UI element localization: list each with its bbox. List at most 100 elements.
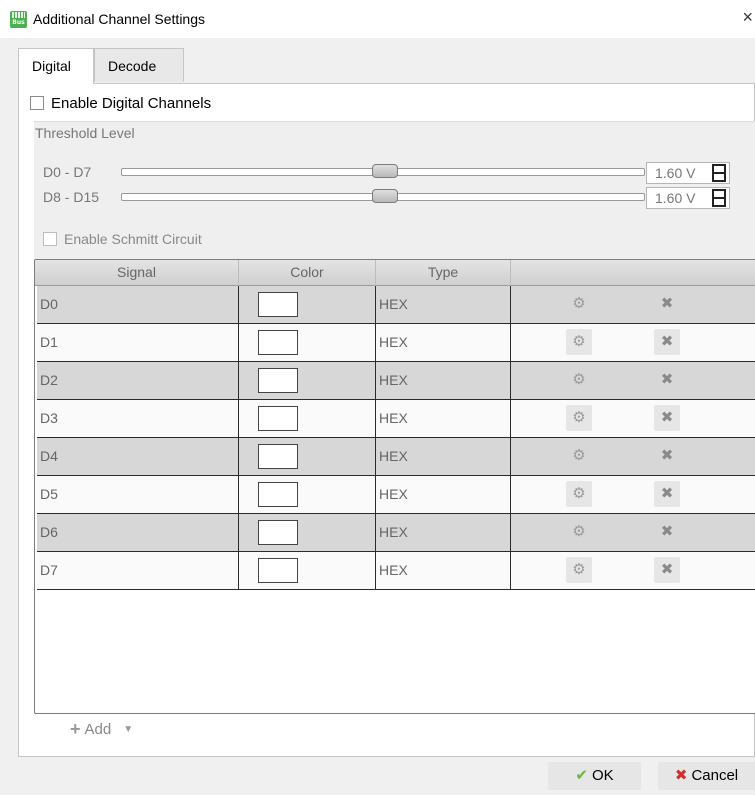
gear-icon[interactable]: ⚙ <box>566 443 592 469</box>
signal-name: D0 <box>40 296 58 312</box>
cancel-icon: ✖ <box>674 767 688 784</box>
channel-table: Signal Color Type D0 HEX ⚙ ✖ D1 HEX ⚙ ✖ D2 HEX ⚙ ✖ D… <box>34 259 755 714</box>
threshold-row-d8-d15: D8 - D15 1.60 V <box>43 187 748 209</box>
threshold-value: 1.60 V <box>655 165 696 181</box>
enable-digital-channels[interactable]: Enable Digital Channels <box>30 93 211 113</box>
close-icon[interactable]: ✖ <box>654 329 680 355</box>
app-icon: Bus <box>10 11 27 28</box>
cancel-button[interactable]: ✖ Cancel <box>658 762 755 790</box>
table-body: D0 HEX ⚙ ✖ D1 HEX ⚙ ✖ D2 HEX ⚙ ✖ D3 HEX ⚙ ✖ D4 HEX ⚙ ✖ D5 HEX… <box>35 286 755 706</box>
signal-cell[interactable]: D2 <box>37 362 239 399</box>
column-header-color[interactable]: Color <box>239 260 376 286</box>
close-icon[interactable]: ✖ <box>654 405 680 431</box>
enable-digital-checkbox[interactable] <box>30 96 44 110</box>
actions-cell: ⚙ ✖ <box>511 362 755 399</box>
enable-digital-label: Enable Digital Channels <box>51 94 212 112</box>
close-icon[interactable]: ✖ <box>654 519 680 545</box>
add-channel-button[interactable]: + Add ▼ <box>70 719 133 740</box>
signal-cell[interactable]: D0 <box>37 286 239 323</box>
table-header: Signal Color Type <box>35 260 755 286</box>
actions-cell: ⚙ ✖ <box>511 324 755 361</box>
type-cell[interactable]: HEX <box>376 476 511 513</box>
gear-icon[interactable]: ⚙ <box>566 291 592 317</box>
table-row[interactable]: D5 HEX ⚙ ✖ <box>37 476 755 514</box>
tab-decode[interactable]: Decode <box>94 48 184 82</box>
type-cell[interactable]: HEX <box>376 438 511 475</box>
table-row[interactable]: D2 HEX ⚙ ✖ <box>37 362 755 400</box>
gear-icon[interactable]: ⚙ <box>566 519 592 545</box>
type-cell[interactable]: HEX <box>376 552 511 589</box>
ok-button[interactable]: ✔ OK <box>548 762 641 790</box>
table-row[interactable]: D0 HEX ⚙ ✖ <box>37 286 755 324</box>
table-row[interactable]: D6 HEX ⚙ ✖ <box>37 514 755 552</box>
close-icon[interactable]: ✖ <box>654 291 680 317</box>
close-icon[interactable]: × <box>742 7 753 27</box>
signal-cell[interactable]: D5 <box>37 476 239 513</box>
tab-label: Digital <box>32 58 71 74</box>
color-swatch[interactable] <box>258 368 298 393</box>
gear-icon[interactable]: ⚙ <box>566 405 592 431</box>
actions-cell: ⚙ ✖ <box>511 476 755 513</box>
actions-cell: ⚙ ✖ <box>511 286 755 323</box>
type-value: HEX <box>379 448 408 464</box>
type-value: HEX <box>379 372 408 388</box>
close-icon[interactable]: ✖ <box>654 367 680 393</box>
color-swatch[interactable] <box>258 406 298 431</box>
slider-thumb[interactable] <box>372 164 398 178</box>
tab-digital[interactable]: Digital <box>18 48 94 84</box>
gear-icon[interactable]: ⚙ <box>566 557 592 583</box>
type-cell[interactable]: HEX <box>376 362 511 399</box>
color-swatch[interactable] <box>258 330 298 355</box>
type-value: HEX <box>379 296 408 312</box>
type-value: HEX <box>379 562 408 578</box>
signal-cell[interactable]: D3 <box>37 400 239 437</box>
color-swatch[interactable] <box>258 482 298 507</box>
ok-label: OK <box>591 767 614 784</box>
chevron-down-icon[interactable]: ▼ <box>123 724 133 735</box>
schmitt-checkbox[interactable] <box>43 232 57 246</box>
column-header-signal[interactable]: Signal <box>35 260 239 286</box>
window-title: Additional Channel Settings <box>33 11 206 27</box>
plus-icon: + <box>70 719 81 739</box>
signal-name: D5 <box>40 486 58 502</box>
tab-label: Decode <box>108 58 157 74</box>
table-row[interactable]: D4 HEX ⚙ ✖ <box>37 438 755 476</box>
column-header-type[interactable]: Type <box>376 260 511 286</box>
threshold-label: D0 - D7 <box>43 164 92 180</box>
table-row[interactable]: D1 HEX ⚙ ✖ <box>37 324 755 362</box>
gear-icon[interactable]: ⚙ <box>566 329 592 355</box>
gear-icon[interactable]: ⚙ <box>566 481 592 507</box>
color-cell <box>239 514 376 551</box>
slider-thumb[interactable] <box>372 189 398 203</box>
signal-cell[interactable]: D6 <box>37 514 239 551</box>
signal-cell[interactable]: D4 <box>37 438 239 475</box>
color-swatch[interactable] <box>258 292 298 317</box>
type-cell[interactable]: HEX <box>376 400 511 437</box>
cancel-label: Cancel <box>691 767 739 784</box>
enable-schmitt-circuit[interactable]: Enable Schmitt Circuit <box>43 231 202 247</box>
actions-cell: ⚙ ✖ <box>511 438 755 475</box>
spin-arrows-icon[interactable] <box>712 189 726 207</box>
threshold-spinbox-d0-d7[interactable]: 1.60 V <box>646 162 730 184</box>
type-cell[interactable]: HEX <box>376 514 511 551</box>
signal-cell[interactable]: D1 <box>37 324 239 361</box>
actions-cell: ⚙ ✖ <box>511 400 755 437</box>
color-swatch[interactable] <box>258 520 298 545</box>
close-icon[interactable]: ✖ <box>654 481 680 507</box>
signal-cell[interactable]: D7 <box>37 552 239 589</box>
gear-icon[interactable]: ⚙ <box>566 367 592 393</box>
close-icon[interactable]: ✖ <box>654 557 680 583</box>
threshold-label: D8 - D15 <box>43 189 100 205</box>
type-cell[interactable]: HEX <box>376 324 511 361</box>
color-swatch[interactable] <box>258 444 298 469</box>
signal-name: D4 <box>40 448 58 464</box>
table-row[interactable]: D3 HEX ⚙ ✖ <box>37 400 755 438</box>
spin-arrows-icon[interactable] <box>712 164 726 182</box>
table-row[interactable]: D7 HEX ⚙ ✖ <box>37 552 755 590</box>
type-cell[interactable]: HEX <box>376 286 511 323</box>
signal-name: D2 <box>40 372 58 388</box>
threshold-spinbox-d8-d15[interactable]: 1.60 V <box>646 187 730 209</box>
type-value: HEX <box>379 334 408 350</box>
close-icon[interactable]: ✖ <box>654 443 680 469</box>
color-swatch[interactable] <box>258 558 298 583</box>
